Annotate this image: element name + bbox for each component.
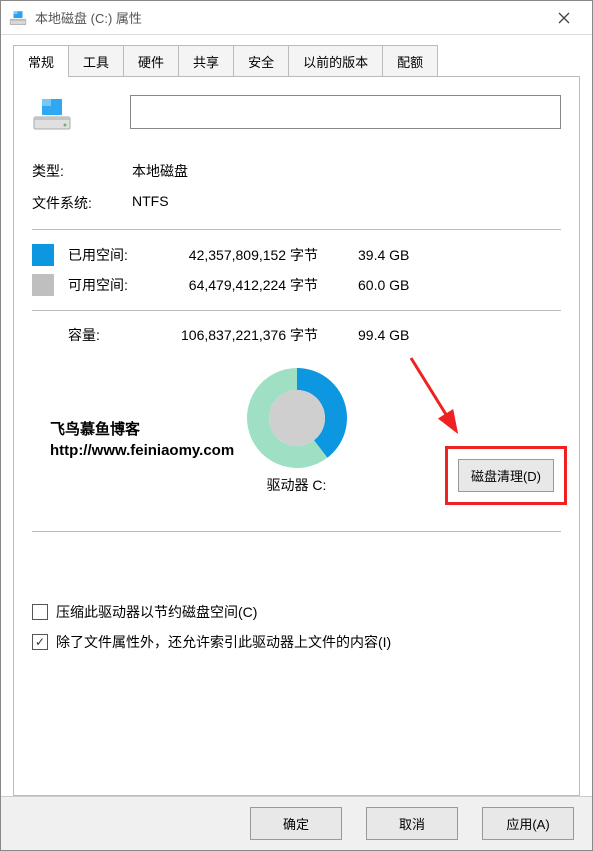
- watermark-line1: 飞鸟慕鱼博客: [50, 419, 234, 440]
- free-bytes: 64,479,412,224 字节: [158, 275, 358, 295]
- tab-3[interactable]: 共享: [178, 45, 234, 77]
- divider: [32, 531, 561, 532]
- cancel-button[interactable]: 取消: [366, 807, 458, 840]
- used-bytes: 42,357,809,152 字节: [158, 245, 358, 265]
- used-label: 已用空间:: [68, 245, 158, 265]
- free-label: 可用空间:: [68, 275, 158, 295]
- used-color-swatch: [32, 244, 54, 266]
- tab-5[interactable]: 以前的版本: [288, 45, 383, 77]
- window-title: 本地磁盘 (C:) 属性: [35, 8, 544, 27]
- usage-donut-chart: [242, 363, 352, 473]
- annotation-arrow: [401, 353, 471, 443]
- index-label: 除了文件属性外，还允许索引此驱动器上文件的内容(I): [56, 632, 391, 652]
- tab-0[interactable]: 常规: [13, 45, 69, 77]
- compress-label: 压缩此驱动器以节约磁盘空间(C): [56, 602, 257, 622]
- tab-2[interactable]: 硬件: [123, 45, 179, 77]
- divider: [32, 229, 561, 230]
- index-checkbox[interactable]: ✓: [32, 634, 48, 650]
- free-color-swatch: [32, 274, 54, 296]
- drive-name-input[interactable]: [130, 95, 561, 129]
- used-gb: 39.4 GB: [358, 247, 438, 263]
- filesystem-value: NTFS: [132, 193, 561, 213]
- disk-cleanup-button[interactable]: 磁盘清理(D): [458, 459, 554, 492]
- compress-checkbox[interactable]: [32, 604, 48, 620]
- close-icon: [558, 12, 570, 24]
- divider: [32, 310, 561, 311]
- tab-6[interactable]: 配额: [382, 45, 438, 77]
- usage-chart-area: 飞鸟慕鱼博客 http://www.feiniaomy.com 驱动器 C: 磁…: [32, 363, 561, 493]
- type-value: 本地磁盘: [132, 161, 561, 181]
- dialog-footer: 确定 取消 应用(A): [1, 796, 592, 850]
- titlebar: 本地磁盘 (C:) 属性: [1, 1, 592, 35]
- compress-checkbox-row[interactable]: 压缩此驱动器以节约磁盘空间(C): [32, 602, 561, 622]
- apply-button[interactable]: 应用(A): [482, 807, 574, 840]
- drive-icon: [9, 9, 27, 27]
- index-checkbox-row[interactable]: ✓ 除了文件属性外，还允许索引此驱动器上文件的内容(I): [32, 632, 561, 652]
- capacity-bytes: 106,837,221,376 字节: [158, 325, 358, 345]
- type-label: 类型:: [32, 161, 132, 181]
- capacity-gb: 99.4 GB: [358, 327, 438, 343]
- properties-window: 本地磁盘 (C:) 属性 常规工具硬件共享安全以前的版本配额 类型:: [0, 0, 593, 851]
- watermark-overlay: 飞鸟慕鱼博客 http://www.feiniaomy.com: [50, 419, 234, 461]
- free-gb: 60.0 GB: [358, 277, 438, 293]
- tab-4[interactable]: 安全: [233, 45, 289, 77]
- tab-panel-general: 类型: 本地磁盘 文件系统: NTFS 已用空间: 42,357,809,152…: [13, 76, 580, 796]
- drive-large-icon: [32, 95, 72, 133]
- tabstrip: 常规工具硬件共享安全以前的版本配额: [13, 45, 580, 77]
- ok-button[interactable]: 确定: [250, 807, 342, 840]
- capacity-label: 容量:: [68, 325, 158, 345]
- filesystem-label: 文件系统:: [32, 193, 132, 213]
- watermark-line2: http://www.feiniaomy.com: [50, 440, 234, 461]
- cleanup-highlight-box: 磁盘清理(D): [445, 446, 567, 505]
- content-area: 常规工具硬件共享安全以前的版本配额 类型: 本地磁盘 文件系统: NTFS: [1, 35, 592, 796]
- tab-1[interactable]: 工具: [68, 45, 124, 77]
- close-button[interactable]: [544, 1, 584, 34]
